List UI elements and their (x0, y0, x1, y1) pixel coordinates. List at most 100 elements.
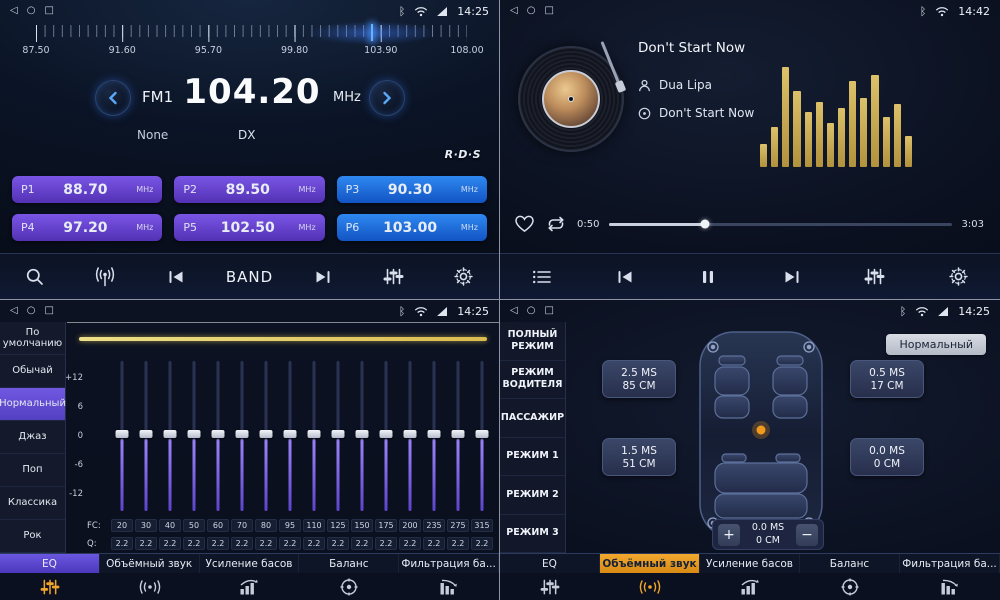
eq-band-slider[interactable] (182, 361, 206, 511)
progress-knob[interactable] (701, 220, 710, 229)
band-handle[interactable] (452, 430, 465, 438)
eq-band-slider[interactable] (374, 361, 398, 511)
band-handle[interactable] (380, 430, 393, 438)
eq-preset-custom[interactable]: Обычай (0, 355, 65, 388)
band-handle[interactable] (284, 430, 297, 438)
tab-surround[interactable]: Объёмный звук (600, 554, 700, 573)
prev-station-button[interactable] (156, 254, 196, 299)
tab-surround[interactable]: Объёмный звук (100, 554, 200, 573)
band-handle[interactable] (212, 430, 225, 438)
settings-button[interactable] (938, 254, 978, 299)
decrease-delay-button[interactable]: − (796, 524, 818, 546)
balance-tab-icon[interactable] (299, 573, 399, 600)
eq-preset-default[interactable]: По умолчанию (0, 322, 65, 355)
band-handle[interactable] (476, 430, 489, 438)
eq-band-slider[interactable] (254, 361, 278, 511)
master-level-slider[interactable] (79, 337, 487, 341)
preset-p2[interactable]: P2 89.50 MHz (174, 176, 324, 203)
eq-band-slider[interactable] (446, 361, 470, 511)
band-handle[interactable] (404, 430, 417, 438)
band-handle[interactable] (356, 430, 369, 438)
delay-rear-right[interactable]: 0.0 MS 0 CM (850, 438, 924, 476)
tab-balance[interactable]: Баланс (800, 554, 900, 573)
eq-band-slider[interactable] (206, 361, 230, 511)
surround-tab-icon[interactable] (100, 573, 200, 600)
preset-p3[interactable]: P3 90.30 MHz (337, 176, 487, 203)
stations-scan-button[interactable] (85, 254, 125, 299)
band-handle[interactable] (332, 430, 345, 438)
eq-preset-jazz[interactable]: Джаз (0, 421, 65, 454)
preset-p6[interactable]: P6 103.00 MHz (337, 214, 487, 241)
eq-band-slider[interactable] (302, 361, 326, 511)
mode-2[interactable]: РЕЖИМ 2 (500, 476, 565, 515)
tab-eq[interactable]: EQ (500, 554, 600, 573)
bass-boost-tab-icon[interactable] (700, 573, 800, 600)
home-nav-icon[interactable]: ○ (27, 6, 36, 16)
eq-shortcut-button[interactable] (374, 254, 414, 299)
frequency-ruler[interactable]: 87.50 91.60 95.70 99.80 103.90 108.00 (36, 25, 467, 63)
tab-balance[interactable]: Баланс (299, 554, 399, 573)
delay-front-right[interactable]: 0.5 MS 17 CM (850, 360, 924, 398)
eq-band-slider[interactable] (230, 361, 254, 511)
band-handle[interactable] (260, 430, 273, 438)
eq-shortcut-button[interactable] (855, 254, 895, 299)
tune-down-button[interactable] (95, 80, 131, 116)
back-nav-icon[interactable]: ◁ (10, 306, 18, 316)
balance-tab-icon[interactable] (800, 573, 900, 600)
band-handle[interactable] (116, 430, 129, 438)
eq-preset-normal[interactable]: Нормальный (0, 388, 65, 421)
band-handle[interactable] (140, 430, 153, 438)
tune-up-button[interactable] (369, 80, 405, 116)
eq-tab-icon[interactable] (0, 573, 100, 600)
search-button[interactable] (15, 254, 55, 299)
eq-band-slider[interactable] (422, 361, 446, 511)
delay-rear-left[interactable]: 1.5 MS 51 CM (602, 438, 676, 476)
tab-filter[interactable]: Фильтрация ба... (900, 554, 1000, 573)
home-nav-icon[interactable]: ○ (527, 6, 536, 16)
band-handle[interactable] (428, 430, 441, 438)
recents-nav-icon[interactable]: □ (544, 6, 553, 16)
eq-preset-classic[interactable]: Классика (0, 487, 65, 520)
home-nav-icon[interactable]: ○ (27, 306, 36, 316)
band-handle[interactable] (188, 430, 201, 438)
playlist-button[interactable] (522, 254, 562, 299)
preset-p5[interactable]: P5 102.50 MHz (174, 214, 324, 241)
eq-tab-icon[interactable] (500, 573, 600, 600)
next-station-button[interactable] (303, 254, 343, 299)
filter-tab-icon[interactable] (399, 573, 499, 600)
eq-band-slider[interactable] (110, 361, 134, 511)
mode-passenger[interactable]: ПАССАЖИР (500, 399, 565, 438)
profile-button[interactable]: Нормальный (886, 334, 986, 355)
filter-tab-icon[interactable] (900, 573, 1000, 600)
band-handle[interactable] (308, 430, 321, 438)
band-handle[interactable] (164, 430, 177, 438)
bass-boost-tab-icon[interactable] (200, 573, 300, 600)
eq-band-slider[interactable] (158, 361, 182, 511)
car-diagram[interactable] (686, 326, 836, 544)
tab-eq[interactable]: EQ (0, 554, 100, 573)
recents-nav-icon[interactable]: □ (544, 306, 553, 316)
eq-band-slider[interactable] (470, 361, 494, 511)
band-button[interactable]: BAND (226, 254, 273, 299)
back-nav-icon[interactable]: ◁ (510, 6, 518, 16)
progress-slider[interactable] (609, 223, 951, 226)
eq-band-slider[interactable] (278, 361, 302, 511)
preset-p4[interactable]: P4 97.20 MHz (12, 214, 162, 241)
home-nav-icon[interactable]: ○ (527, 306, 536, 316)
pause-button[interactable] (688, 254, 728, 299)
delay-front-left[interactable]: 2.5 MS 85 CM (602, 360, 676, 398)
eq-band-slider[interactable] (398, 361, 422, 511)
increase-delay-button[interactable]: + (718, 524, 740, 546)
prev-track-button[interactable] (605, 254, 645, 299)
settings-button[interactable] (444, 254, 484, 299)
eq-band-slider[interactable] (326, 361, 350, 511)
recents-nav-icon[interactable]: □ (44, 306, 53, 316)
preset-p1[interactable]: P1 88.70 MHz (12, 176, 162, 203)
mode-3[interactable]: РЕЖИМ 3 (500, 515, 565, 554)
tab-filter[interactable]: Фильтрация ба... (399, 554, 499, 573)
recents-nav-icon[interactable]: □ (44, 6, 53, 16)
repeat-icon[interactable] (545, 216, 567, 232)
back-nav-icon[interactable]: ◁ (510, 306, 518, 316)
mode-driver[interactable]: РЕЖИМ ВОДИТЕЛЯ (500, 361, 565, 400)
mode-1[interactable]: РЕЖИМ 1 (500, 438, 565, 477)
